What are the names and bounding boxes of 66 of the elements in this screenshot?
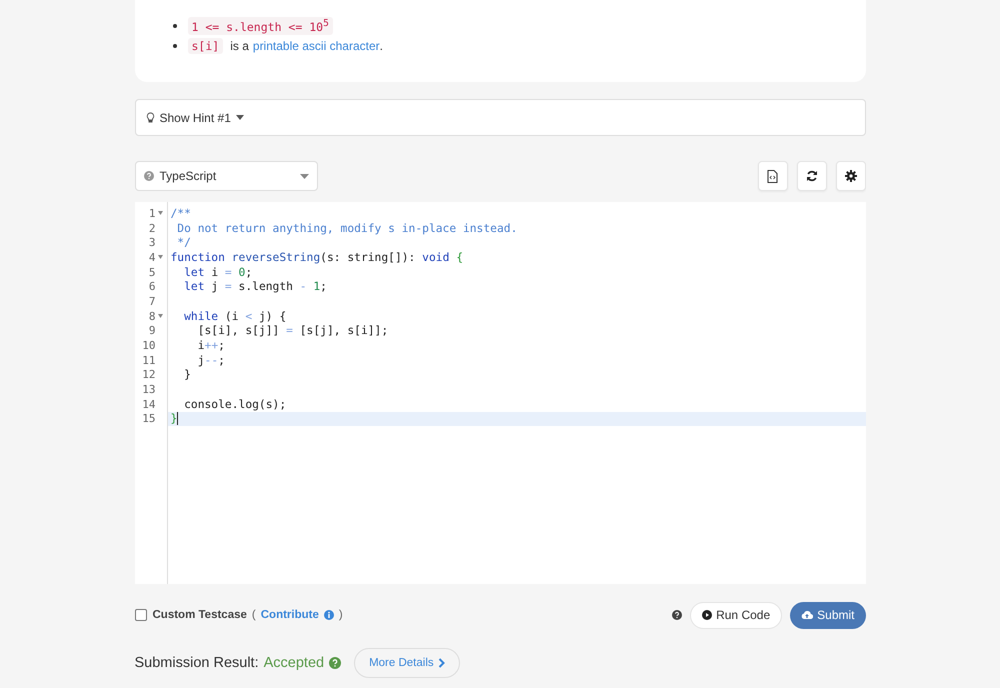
code-file-button[interactable]	[758, 161, 788, 191]
result-status: Accepted	[264, 655, 324, 671]
line-number: 8	[148, 310, 156, 323]
line-number: 15	[142, 412, 156, 426]
reset-button[interactable]	[796, 161, 826, 191]
line-number: 4	[148, 250, 156, 264]
checkbox-label: Custom Testcase	[152, 609, 247, 621]
line-number: 9	[148, 324, 156, 338]
submit-button[interactable]: Submit	[790, 602, 866, 628]
code-line: let j = s.length - 1;	[183, 280, 327, 294]
settings-icon	[844, 170, 856, 182]
code-file-icon	[767, 170, 778, 182]
line-number: 12	[142, 368, 156, 382]
line-number: 2	[148, 222, 156, 235]
fold-icon[interactable]	[158, 314, 162, 318]
code-line: i++;	[196, 339, 225, 352]
paren-text: )	[338, 609, 343, 621]
constraint-link[interactable]: printable ascii character	[252, 39, 380, 53]
help-icon[interactable]	[672, 610, 682, 620]
constraint-code: s[i]	[188, 38, 224, 54]
line-number: 6	[148, 280, 156, 294]
line-number: 14	[142, 398, 156, 411]
checkbox[interactable]	[134, 609, 146, 621]
run-code-button[interactable]: Run Code	[690, 602, 782, 628]
code-line: */	[176, 236, 191, 250]
text-cursor	[177, 412, 178, 426]
code-line: }	[170, 412, 178, 426]
lightbulb-icon	[146, 112, 154, 123]
fold-icon[interactable]	[158, 255, 162, 260]
code-line: Do not return anything, modify s in-place instead.	[176, 222, 518, 235]
constraint-text: is a	[230, 39, 249, 53]
show-hint-button[interactable]: Show Hint #1	[134, 99, 866, 136]
chevron-right-icon	[438, 658, 445, 668]
settings-button[interactable]	[836, 161, 866, 191]
code-line: /**	[170, 206, 191, 220]
line-number: 1	[148, 206, 156, 220]
bullet-icon	[172, 24, 176, 28]
bullet-icon	[172, 44, 176, 48]
period-text: .	[380, 39, 383, 53]
refresh-icon	[806, 170, 818, 182]
fold-icon[interactable]	[158, 211, 162, 216]
line-number: 10	[142, 339, 156, 352]
line-number: 13	[142, 383, 156, 396]
line-number: 3	[148, 236, 156, 250]
code-line: j--;	[196, 354, 225, 367]
caret-icon	[300, 174, 308, 178]
code-line: }	[183, 368, 191, 382]
constraint-code: 1 <= s.length <= 10$^{5}$	[188, 17, 333, 35]
cloud-upload-icon	[801, 610, 814, 620]
code-line: function reverseString(s: string[]): void {	[170, 250, 463, 264]
code-line: console.log(s);	[183, 398, 286, 411]
contribute-link[interactable]: Contribute	[260, 609, 319, 621]
paren-text: (	[252, 609, 256, 621]
line-number: 11	[142, 354, 156, 367]
code-line: [s[i], s[j]] = [s[j], s[i]];	[196, 324, 388, 338]
language-select[interactable]: TypeScript	[134, 161, 318, 191]
line-number: 7	[148, 294, 156, 308]
line-number: 5	[148, 266, 156, 279]
more-details-button[interactable]: More Details	[354, 648, 460, 678]
info-icon	[324, 610, 334, 620]
help-icon	[144, 171, 154, 181]
caret-icon	[236, 115, 244, 120]
result-label: Submission Result:	[134, 655, 259, 671]
code-line: while (i < j) {	[183, 310, 286, 323]
play-icon	[702, 610, 712, 620]
code-line: let i = 0;	[183, 266, 252, 279]
